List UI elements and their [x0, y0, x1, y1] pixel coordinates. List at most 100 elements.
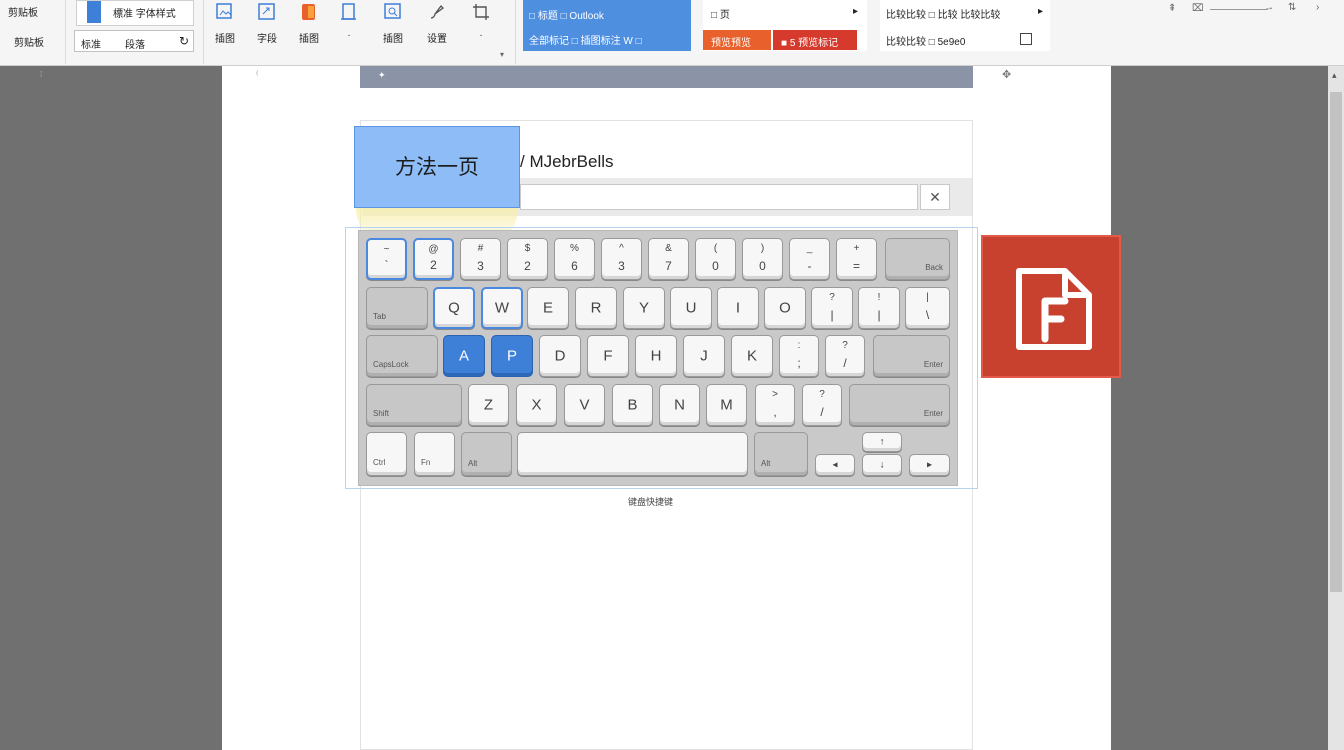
key-w[interactable]: W	[481, 287, 523, 329]
key-quote[interactable]: ? /	[825, 335, 865, 377]
key-f[interactable]: F	[587, 335, 629, 377]
key-x[interactable]: X	[516, 384, 557, 426]
preview-button[interactable]: 预览预览	[703, 30, 771, 50]
key-2[interactable]: @2	[413, 238, 454, 280]
find-button[interactable]: 插图	[376, 2, 410, 52]
key-j[interactable]: J	[683, 335, 725, 377]
style-field[interactable]: 标准 段落 ↻	[74, 30, 194, 52]
key-ctrl[interactable]: Ctrl	[366, 432, 407, 476]
group-expand-icon[interactable]: ▾	[500, 50, 504, 59]
key-d[interactable]: D	[539, 335, 581, 377]
key-digit: |	[877, 308, 881, 322]
key-y[interactable]: Y	[623, 287, 665, 329]
crop-button[interactable]: ·	[464, 2, 498, 52]
key-semicolon[interactable]: :;	[779, 335, 819, 377]
close-button[interactable]: ✕	[920, 184, 950, 210]
key-9[interactable]: (0	[695, 238, 736, 280]
key-backtick[interactable]: ~ `	[366, 238, 407, 280]
anchor-icon[interactable]: ✥	[1002, 68, 1011, 81]
key-a[interactable]: A	[443, 335, 485, 377]
key-0[interactable]: ) 0	[742, 238, 783, 280]
key-n[interactable]: N	[659, 384, 700, 426]
review-row-2[interactable]: 全部标记 □ 插图标注 W □	[529, 32, 642, 47]
style-gallery[interactable]: 標准 字体样式	[76, 0, 194, 26]
key-shift-left[interactable]: Shift	[366, 384, 462, 426]
compare-row-2[interactable]: 比较比较 □ 5e9e0	[886, 33, 965, 48]
key-arrow-up[interactable]: ↑	[862, 432, 902, 452]
arrow-right-icon[interactable]: →	[1264, 2, 1274, 13]
key-bracket-close[interactable]: ! |	[858, 287, 900, 329]
vertical-scrollbar[interactable]: ▴	[1328, 66, 1344, 750]
track-expand-icon[interactable]: ▸	[853, 6, 858, 17]
track-row-1[interactable]: □ 页	[711, 6, 730, 21]
key-4[interactable]: $2	[507, 238, 548, 280]
key-label: Enter	[923, 409, 943, 418]
office-file-tile[interactable]	[981, 235, 1121, 378]
key-tab[interactable]: Tab	[366, 287, 428, 329]
key-6[interactable]: ^ 3	[601, 238, 642, 280]
refresh-icon[interactable]: ↻	[179, 34, 189, 48]
key-5[interactable]: % 6	[554, 238, 595, 280]
key-enter[interactable]: Enter	[873, 335, 950, 377]
key-k[interactable]: K	[731, 335, 773, 377]
key-capslock[interactable]: CapsLock	[366, 335, 438, 377]
key-digit: -	[807, 259, 812, 273]
clipboard-label[interactable]: 剪贴板	[8, 4, 38, 19]
key-u[interactable]: U	[670, 287, 712, 329]
key-i[interactable]: I	[717, 287, 759, 329]
sort-icon[interactable]: ⇅	[1288, 2, 1296, 13]
field-button[interactable]: 字段	[250, 2, 284, 52]
key-alt-right[interactable]: Alt	[754, 432, 808, 476]
markup-button[interactable]: ■ 5 预览标记	[773, 30, 857, 50]
key-arrow-down[interactable]: ↓	[862, 454, 902, 476]
key-space[interactable]	[517, 432, 748, 476]
link-icon[interactable]: ⌧	[1192, 3, 1204, 14]
zoom-track[interactable]	[1210, 9, 1268, 10]
key-z[interactable]: Z	[468, 384, 509, 426]
scrollbar-thumb[interactable]	[1330, 92, 1342, 592]
key-m[interactable]: M	[706, 384, 747, 426]
key-backslash[interactable]: | \	[905, 287, 950, 329]
compare-row-1[interactable]: 比较比较 □ 比较 比较比较	[886, 6, 1000, 21]
chevron-right-icon[interactable]: ›	[1316, 2, 1319, 13]
layout-button[interactable]: ·	[332, 2, 366, 52]
key-alt[interactable]: Alt	[461, 432, 512, 476]
format-painter-label[interactable]: 剪贴板	[14, 34, 44, 49]
key-b[interactable]: B	[612, 384, 653, 426]
key-arrow-left[interactable]: ◂	[815, 454, 855, 476]
key-arrow-right[interactable]: ▸	[909, 454, 950, 476]
key-letter: J	[700, 347, 708, 365]
key-symbol: !	[877, 292, 881, 303]
insert-picture-button[interactable]: 插图	[208, 2, 242, 52]
key-backspace[interactable]: Back	[885, 238, 950, 280]
key-e[interactable]: E	[527, 287, 569, 329]
brush-button[interactable]: 设置	[420, 2, 454, 52]
key-r[interactable]: R	[575, 287, 617, 329]
key-bracket-open[interactable]: ? |	[811, 287, 853, 329]
key-slash[interactable]: ? /	[802, 384, 842, 426]
key-q[interactable]: Q	[433, 287, 475, 329]
compare-expand-icon[interactable]: ▸	[1038, 6, 1043, 17]
shortcut-search-input[interactable]	[520, 184, 918, 210]
key-7[interactable]: & 7	[648, 238, 689, 280]
key-minus[interactable]: _ -	[789, 238, 830, 280]
key-v[interactable]: V	[564, 384, 605, 426]
key-letter: Q	[448, 299, 460, 317]
key-o[interactable]: O	[764, 287, 806, 329]
key-fn[interactable]: Fn	[414, 432, 455, 476]
key-label: Tab	[373, 312, 386, 321]
key-3[interactable]: #3	[460, 238, 501, 280]
key-equals[interactable]: + =	[836, 238, 877, 280]
key-period[interactable]: >,	[755, 384, 795, 426]
move-handle-icon[interactable]: ✦	[378, 70, 386, 81]
insert-picture-icon	[216, 3, 232, 19]
review-row-1[interactable]: □ 标题 □ Outlook	[529, 7, 604, 22]
key-p[interactable]: P	[491, 335, 533, 377]
compare-checkbox[interactable]	[1020, 33, 1032, 45]
office-button[interactable]: 插图	[292, 2, 326, 52]
scroll-up-icon[interactable]: ▴	[1332, 70, 1337, 81]
key-letter: O	[779, 299, 791, 317]
key-h[interactable]: H	[635, 335, 677, 377]
share-icon[interactable]: ⇞	[1168, 3, 1176, 14]
key-shift-right[interactable]: Enter	[849, 384, 950, 426]
